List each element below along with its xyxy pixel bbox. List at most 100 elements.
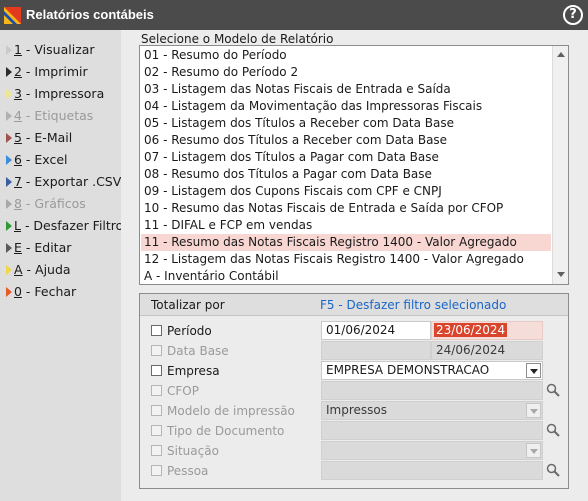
menu-arrow-icon [6,287,12,297]
menu-shortcut-key: 0 [14,284,22,299]
report-model-item[interactable]: 12 - Listagem das Notas Fiscais Registro… [141,251,551,268]
modelo-impressao-dropdown-arrow-icon[interactable] [526,403,541,418]
menu-item-label: - Imprimir [21,64,88,79]
menu-item-label: - E-Mail [21,130,73,145]
report-model-item[interactable]: 11 - DIFAL e FCP em vendas [141,217,551,234]
situacao-label: Situação [167,444,219,458]
pessoa-checkbox[interactable] [151,465,162,476]
menu-shortcut-key: 8 [14,196,22,211]
sidebar-item-2[interactable]: 3 - Impressora [6,86,104,106]
sidebar-item-3[interactable]: 4 - Etiquetas [6,108,93,128]
list-scrollbar[interactable] [552,46,568,284]
totalizar-label: Totalizar por [151,298,225,312]
report-model-list[interactable]: 01 - Resumo do Período 02 - Resumo do Per… [139,45,569,285]
help-icon[interactable]: ? [563,5,583,25]
empresa-value: EMPRESA DEMONSTRACAO [326,363,490,377]
sidebar-item-1[interactable]: 2 - Imprimir [6,64,88,84]
menu-item-label: - Ajuda [22,262,71,277]
report-model-item[interactable]: 11 - Resumo das Notas Fiscais Registro 1… [141,234,551,251]
pessoa-input[interactable] [321,461,543,480]
sidebar-item-9[interactable]: E - Editar [6,240,71,260]
sidebar-item-10[interactable]: A - Ajuda [6,262,71,282]
modelo-impressao-value: Impressos [326,403,387,417]
totalizar-header: Totalizar por F5 - Desfazer filtro selec… [140,294,568,316]
menu-shortcut-key: 4 [14,108,22,123]
report-model-item[interactable]: 04 - Listagem da Movimentação das Impres… [141,98,551,115]
menu-item-label: - Excel [21,152,68,167]
report-model-item[interactable]: 02 - Resumo do Período 2 [141,64,551,81]
report-model-item[interactable]: A - Inventário Contábil [141,268,551,285]
sidebar-item-7[interactable]: 8 - Gráficos [6,196,86,216]
sidebar-item-8[interactable]: L - Desfazer Filtros [6,218,130,238]
menu-shortcut-key: A [14,262,23,277]
empresa-checkbox[interactable] [151,365,162,376]
menu-item-label: - Exportar .CSV [21,174,122,189]
menu-arrow-icon [6,67,12,77]
periodo-label: Período [167,324,212,338]
sidebar-item-0[interactable]: 1 - Visualizar [6,42,95,62]
cfop-search-icon[interactable] [546,383,560,397]
report-model-item[interactable]: 07 - Listagem dos Títulos a Pagar com Da… [141,149,551,166]
report-model-item[interactable]: 09 - Listagem dos Cupons Fiscais com CPF… [141,183,551,200]
menu-item-label: - Desfazer Filtros [20,218,130,233]
report-model-item[interactable]: 06 - Resumo dos Títulos a Receber com Da… [141,132,551,149]
title-bar: Relatórios contábeis ? [0,0,588,30]
menu-shortcut-key: E [14,240,22,255]
empresa-select[interactable]: EMPRESA DEMONSTRACAO [321,361,543,380]
menu-arrow-icon [6,89,12,99]
tipo-documento-checkbox[interactable] [151,425,162,436]
data-base-checkbox[interactable] [151,345,162,356]
window-title: Relatórios contábeis [26,7,154,22]
modelo-impressao-label: Modelo de impressão [167,404,295,418]
pessoa-search-icon[interactable] [546,463,560,477]
tipo-documento-label: Tipo de Documento [167,424,285,438]
menu-shortcut-key: L [14,218,21,233]
menu-item-label: - Fechar [21,284,77,299]
situacao-dropdown-arrow-icon[interactable] [526,443,541,458]
scroll-down-arrow-icon[interactable] [557,272,565,277]
menu-arrow-icon [6,177,12,187]
data-base-input[interactable]: 24/06/2024 [431,341,543,360]
sidebar-item-4[interactable]: 5 - E-Mail [6,130,72,150]
sidebar-menu: 1 - Visualizar 2 - Imprimir 3 - Impressora… [0,30,130,501]
report-model-item[interactable]: 05 - Listagem dos Títulos a Receber com … [141,115,551,132]
report-model-item[interactable]: 08 - Resumo dos Títulos a Pagar com Data… [141,166,551,183]
periodo-from-input[interactable]: 01/06/2024 [321,321,431,340]
menu-arrow-icon [6,265,12,275]
menu-item-label: - Editar [21,240,72,255]
report-model-item[interactable]: 10 - Resumo das Notas Fiscais de Entrada… [141,200,551,217]
tipo-documento-input[interactable] [321,421,543,440]
data-base-blank [321,341,431,360]
menu-arrow-icon [6,45,12,55]
menu-arrow-icon [6,221,12,231]
cfop-input[interactable] [321,381,543,400]
report-model-item[interactable]: 03 - Listagem das Notas Fiscais de Entra… [141,81,551,98]
menu-shortcut-key: 2 [14,64,22,79]
sidebar-item-6[interactable]: 7 - Exportar .CSV [6,174,121,194]
sidebar-item-5[interactable]: 6 - Excel [6,152,68,172]
menu-shortcut-key: 5 [14,130,22,145]
tipo-documento-search-icon[interactable] [546,423,560,437]
cfop-checkbox[interactable] [151,385,162,396]
periodo-to-input[interactable]: 23/06/2024 [431,321,543,340]
empresa-label: Empresa [167,364,220,378]
scroll-up-arrow-icon[interactable] [557,52,565,57]
periodo-to-value: 23/06/2024 [434,323,508,337]
report-model-item[interactable]: 01 - Resumo do Período [141,47,551,64]
menu-shortcut-key: 3 [14,86,22,101]
situacao-select[interactable] [321,441,543,460]
pessoa-label: Pessoa [167,464,209,478]
menu-arrow-icon [6,133,12,143]
modelo-impressao-select[interactable]: Impressos [321,401,543,420]
undo-filter-link[interactable]: F5 - Desfazer filtro selecionado [320,298,506,312]
menu-arrow-icon [6,155,12,165]
menu-arrow-icon [6,199,12,209]
menu-item-label: - Gráficos [21,196,86,211]
modelo-impressao-checkbox[interactable] [151,405,162,416]
sidebar-item-11[interactable]: 0 - Fechar [6,284,76,304]
situacao-checkbox[interactable] [151,445,162,456]
empresa-dropdown-arrow-icon[interactable] [526,363,541,378]
menu-arrow-icon [6,111,12,121]
periodo-checkbox[interactable] [151,325,162,336]
data-base-label: Data Base [167,344,229,358]
